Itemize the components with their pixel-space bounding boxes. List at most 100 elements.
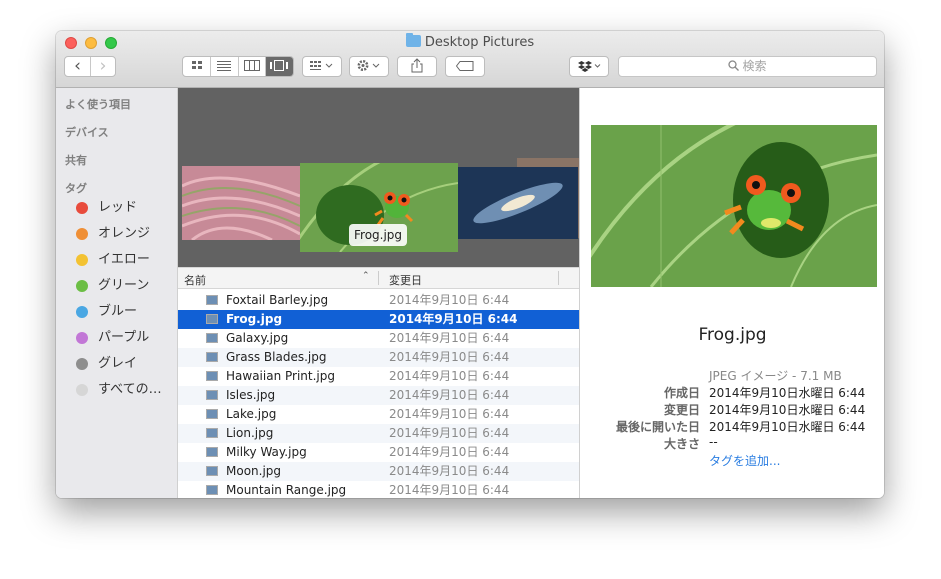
coverflow-thumb-galaxy[interactable] xyxy=(458,167,578,239)
column-header-date[interactable]: 変更日 xyxy=(389,272,422,288)
tag-color-dot-icon xyxy=(76,384,88,396)
coverflow-view-icon xyxy=(270,60,289,71)
dropbox-icon xyxy=(578,61,601,72)
file-name: Frog.jpg xyxy=(226,312,283,326)
action-button[interactable] xyxy=(349,56,389,77)
file-row[interactable]: Mountain Range.jpg 2014年9月10日 6:44 xyxy=(178,481,579,498)
preview-kind: JPEG イメージ - 7.1 MB xyxy=(709,369,842,383)
file-row[interactable]: Hawaiian Print.jpg 2014年9月10日 6:44 xyxy=(178,367,579,386)
action-gear-icon xyxy=(357,60,380,71)
file-row[interactable]: Lion.jpg 2014年9月10日 6:44 xyxy=(178,424,579,443)
metadata-label: 最後に開いた日 xyxy=(615,420,700,434)
window-title-text: Desktop Pictures xyxy=(424,35,535,50)
metadata-value: 2014年9月10日水曜日 6:44 xyxy=(709,403,866,417)
jpeg-file-icon xyxy=(206,409,218,419)
tag-color-dot-icon xyxy=(76,202,88,214)
file-modified-date: 2014年9月10日 6:44 xyxy=(389,312,518,326)
metadata-value: -- xyxy=(709,435,718,449)
column-divider[interactable] xyxy=(378,271,379,285)
preview-pane: Frog.jpg JPEG イメージ - 7.1 MB 作成日 2014年9月10… xyxy=(579,88,884,498)
column-divider[interactable] xyxy=(558,271,559,285)
file-modified-date: 2014年9月10日 6:44 xyxy=(389,407,510,421)
add-tags-link[interactable]: タグを追加... xyxy=(709,452,780,469)
column-view-icon xyxy=(243,60,260,71)
file-name: Galaxy.jpg xyxy=(226,331,289,345)
jpeg-file-icon xyxy=(206,314,218,324)
coverflow-panel[interactable]: Frog.jpg xyxy=(178,88,579,267)
file-name: Lake.jpg xyxy=(226,407,277,421)
jpeg-file-icon xyxy=(206,371,218,381)
sidebar-tag-label: グリーン xyxy=(98,278,150,293)
file-name: Isles.jpg xyxy=(226,388,276,402)
jpeg-file-icon xyxy=(206,485,218,495)
jpeg-file-icon xyxy=(206,352,218,362)
file-name: Hawaiian Print.jpg xyxy=(226,369,335,383)
forward-button[interactable]: › xyxy=(91,57,115,76)
file-modified-date: 2014年9月10日 6:44 xyxy=(389,426,510,440)
jpeg-file-icon xyxy=(206,333,218,343)
file-row[interactable]: Grass Blades.jpg 2014年9月10日 6:44 xyxy=(178,348,579,367)
titlebar: Desktop Pictures ‹ › 検索 xyxy=(56,31,884,88)
dropbox-button[interactable] xyxy=(569,56,609,77)
sidebar-heading-shared[interactable]: 共有 xyxy=(65,152,87,168)
list-view-button[interactable] xyxy=(211,57,239,76)
sort-ascending-icon[interactable]: ⌃ xyxy=(362,271,370,281)
sidebar-tag-label: オレンジ xyxy=(98,226,151,241)
arrange-button[interactable] xyxy=(302,56,342,77)
view-mode-group xyxy=(182,56,294,77)
sidebar-heading-devices[interactable]: デバイス xyxy=(65,124,109,140)
tag-color-dot-icon xyxy=(76,254,88,266)
sidebar-tag-label: イエロー xyxy=(98,252,150,267)
file-row[interactable]: Frog.jpg 2014年9月10日 6:44 xyxy=(178,310,579,329)
file-row[interactable]: Galaxy.jpg 2014年9月10日 6:44 xyxy=(178,329,579,348)
sidebar-tag-label: レッド xyxy=(98,200,138,215)
tag-button[interactable] xyxy=(445,56,485,77)
file-modified-date: 2014年9月10日 6:44 xyxy=(389,350,510,364)
share-button[interactable] xyxy=(397,56,437,77)
metadata-value: 2014年9月10日水曜日 6:44 xyxy=(709,420,866,434)
share-icon xyxy=(411,58,423,73)
jpeg-file-icon xyxy=(206,447,218,457)
sidebar-tag-label: すべての… xyxy=(98,382,162,397)
column-view-button[interactable] xyxy=(239,57,266,76)
folder-icon xyxy=(405,33,421,47)
file-name: Lion.jpg xyxy=(226,426,274,440)
jpeg-file-icon xyxy=(206,390,218,400)
icon-view-button[interactable] xyxy=(183,57,212,76)
sidebar-tag-label: パープル xyxy=(98,330,150,345)
file-name: Milky Way.jpg xyxy=(226,445,307,459)
sidebar-heading-tags[interactable]: タグ xyxy=(65,180,87,196)
tag-color-dot-icon xyxy=(76,228,88,240)
list-header: 名前 ⌃ 変更日 xyxy=(178,267,579,289)
coverflow-caption: Frog.jpg xyxy=(349,224,408,246)
file-modified-date: 2014年9月10日 6:44 xyxy=(389,445,510,459)
file-row[interactable]: Milky Way.jpg 2014年9月10日 6:44 xyxy=(178,443,579,462)
arrange-icon xyxy=(310,61,333,70)
file-row[interactable]: Foxtail Barley.jpg 2014年9月10日 6:44 xyxy=(178,291,579,310)
finder-window: Desktop Pictures ‹ › 検索 よく使う項目 デバイス 共有 タ… xyxy=(56,31,884,498)
back-forward-group: ‹ › xyxy=(64,56,116,77)
tag-color-dot-icon xyxy=(76,306,88,318)
file-modified-date: 2014年9月10日 6:44 xyxy=(389,331,510,345)
back-button[interactable]: ‹ xyxy=(65,57,91,76)
tag-icon xyxy=(455,61,474,71)
sidebar-tag-label: ブルー xyxy=(98,304,138,319)
icon-view-icon xyxy=(191,61,202,69)
file-row[interactable]: Isles.jpg 2014年9月10日 6:44 xyxy=(178,386,579,405)
sidebar-tag-label: グレイ xyxy=(98,356,138,371)
file-row[interactable]: Moon.jpg 2014年9月10日 6:44 xyxy=(178,462,579,481)
column-header-name[interactable]: 名前 xyxy=(184,272,206,288)
preview-filename: Frog.jpg xyxy=(698,325,767,345)
jpeg-file-icon xyxy=(206,295,218,305)
sidebar-heading-favorites[interactable]: よく使う項目 xyxy=(65,96,131,112)
metadata-value: 2014年9月10日水曜日 6:44 xyxy=(709,386,866,400)
file-row[interactable]: Lake.jpg 2014年9月10日 6:44 xyxy=(178,405,579,424)
search-field[interactable]: 検索 xyxy=(618,56,877,77)
metadata-label: 変更日 xyxy=(663,403,700,417)
coverflow-thumb-foxtail-barley[interactable] xyxy=(182,166,300,240)
file-modified-date: 2014年9月10日 6:44 xyxy=(389,369,510,383)
list-view-icon xyxy=(217,61,232,71)
metadata-label: 大きさ xyxy=(663,437,700,451)
coverflow-view-button[interactable] xyxy=(265,57,293,76)
search-placeholder: 検索 xyxy=(742,59,767,73)
